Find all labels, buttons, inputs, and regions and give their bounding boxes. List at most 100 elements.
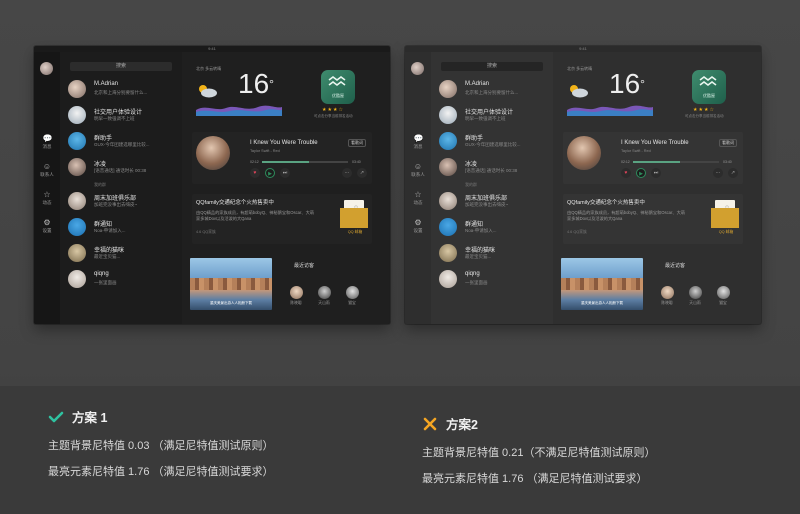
progress-bar[interactable] — [633, 161, 719, 163]
next-icon[interactable]: ⏭ — [651, 168, 661, 178]
nav-label: 动态 — [413, 200, 423, 205]
visitor[interactable]: 猫宝 — [713, 286, 733, 306]
temperature-unit: ° — [640, 77, 645, 91]
visitor[interactable]: 天山雨 — [314, 286, 334, 306]
contact-message: 北京和上海分别要留什么... — [94, 90, 148, 95]
qzone-desc: 由QQ精品的家族成员，有超萌bobyQ、神秘鹅宝和Oscar、大萌家多城Dov以… — [196, 210, 314, 221]
share-icon[interactable]: ↗ — [728, 168, 738, 178]
my-avatar[interactable] — [40, 62, 53, 75]
nav-messages[interactable]: 💬 消息 — [34, 134, 60, 150]
avatar — [439, 80, 457, 98]
visitor-name: 猫宝 — [348, 301, 356, 305]
conversation-list: 搜索 M.Adrian 北京和上海分别要留什么... 社交用户体验设计 明早一致强调… — [431, 52, 553, 324]
nav-contacts[interactable]: ☺ 联系人 — [405, 162, 431, 178]
scheme2-block: 方案2 主题背景尼特值 0.21（不满足尼特值测试原则） 最亮元素尼特值 1.7… — [422, 414, 655, 485]
nav-settings[interactable]: ⚙ 设置 — [405, 218, 431, 234]
list-item[interactable]: 群助手 GUX-今年团建选哪里比较... — [68, 130, 180, 152]
list-item[interactable]: qiqng 一张里面画 — [68, 268, 180, 290]
scheme1-screen: 9:41 💬 消息 ☺ 联系人 ☆ 动态 ⚙ 设置 搜索 M.Adrian 北京和上海分别… — [34, 46, 390, 324]
visitor[interactable]: 陈晓聪 — [657, 286, 677, 306]
progress-bar[interactable] — [262, 161, 348, 163]
lyrics-button[interactable]: 看歌词 — [348, 139, 366, 147]
list-item[interactable]: 周末加班俱乐部 加班完没事出去嗨皮~ — [68, 190, 180, 212]
qzone-card[interactable]: QQfamily交通纪念个火热售卖中 由QQ精品的家族成员，有超萌bobyQ、神… — [563, 194, 743, 244]
more-icon[interactable]: ⋯ — [342, 168, 352, 178]
nav-label: 联系人 — [411, 172, 425, 177]
app-card-icon[interactable]: 优酷屋 — [321, 70, 355, 104]
album-cover — [567, 136, 601, 170]
list-item[interactable]: 群助手 GUX-今年团建选哪里比较... — [439, 130, 551, 152]
more-icon[interactable]: ⋯ — [713, 168, 723, 178]
dashboard: 北京 多云转晴 16° 优酷屋 ★★★☆ 可点击分享当前排名活动 I Knew … — [553, 52, 761, 324]
mail-envelope[interactable]: ☺ QQ 邮箱 — [711, 200, 739, 234]
comparison-slide: 9:41 💬 消息 ☺ 联系人 ☆ 动态 ⚙ 设置 搜索 M.Adrian 北京和上海分别… — [0, 0, 800, 514]
play-icon[interactable]: ▶ — [636, 168, 646, 178]
avatar — [660, 286, 674, 299]
nav-label: 设置 — [42, 228, 52, 233]
contact-name: 群助手 — [465, 136, 484, 142]
share-icon[interactable]: ↗ — [357, 168, 367, 178]
weather-location: 北京 多云转晴 — [567, 66, 593, 71]
app-card-desc: 可点击分享当前排名活动 — [685, 114, 724, 118]
avatar — [688, 286, 702, 299]
list-item[interactable]: M.Adrian 北京和上海分别要留什么... — [68, 78, 180, 100]
list-item[interactable]: M.Adrian 北京和上海分别要留什么... — [439, 78, 551, 100]
search-input[interactable]: 搜索 — [70, 62, 172, 71]
scheme2-background-nit: 主题背景尼特值 0.21（不满足尼特值测试原则） — [422, 447, 656, 459]
next-icon[interactable]: ⏭ — [280, 168, 290, 178]
contact-name: 冰凌 — [94, 162, 107, 168]
list-item[interactable]: 群通知 Noa-申请加入... — [439, 216, 551, 238]
list-item[interactable]: qiqng 一张里面画 — [439, 268, 551, 290]
qzone-card[interactable]: QQfamily交通纪念个火热售卖中 由QQ精品的家族成员，有超萌bobyQ、神… — [192, 194, 372, 244]
contact-message: Noa-申请加入... — [465, 228, 497, 233]
song-title: I Knew You Were Trouble — [250, 140, 318, 146]
search-input[interactable]: 搜索 — [441, 62, 543, 71]
nav-feed[interactable]: ☆ 动态 — [34, 190, 60, 206]
my-avatar[interactable] — [411, 62, 424, 75]
album-cover — [196, 136, 230, 170]
scheme1-title: 方案 1 — [72, 411, 108, 425]
envelope-label: QQ 邮箱 — [347, 230, 363, 234]
lyrics-button[interactable]: 看歌词 — [719, 139, 737, 147]
list-item[interactable]: 社交用户体验设计 明早一致强调不上班 — [68, 104, 180, 126]
nav-feed[interactable]: ☆ 动态 — [405, 190, 431, 206]
avatar — [317, 286, 331, 299]
list-item[interactable]: 周末加班俱乐部 加班完没事出去嗨皮~ — [439, 190, 551, 212]
play-icon[interactable]: ▶ — [265, 168, 275, 178]
contact-message: [语音通话] 通话时长 00:38 — [94, 168, 147, 173]
like-icon[interactable]: ♥ — [621, 168, 631, 178]
nav-messages[interactable]: 💬 消息 — [405, 134, 431, 150]
contact-message: GUX-今年团建选哪里比较... — [94, 142, 150, 147]
list-item[interactable]: 幸福的猫咪 最近宝贝猫... — [68, 242, 180, 264]
contact-name: M.Adrian — [94, 81, 119, 87]
contact-message: 最近宝贝猫... — [465, 254, 492, 259]
mail-envelope[interactable]: ☺ QQ 邮箱 — [340, 200, 368, 234]
cloud-sun-icon — [570, 85, 588, 98]
list-item[interactable]: 社交用户体验设计 明早一致强调不上班 — [439, 104, 551, 126]
nav-contacts[interactable]: ☺ 联系人 — [34, 162, 60, 178]
time-end: 03:40 — [723, 160, 732, 164]
list-item[interactable]: 冰凌 [语音通话] 通话时长 00:38 — [68, 156, 180, 178]
contact-name: qiqng — [94, 271, 109, 277]
avatar — [68, 158, 86, 176]
cloud-sun-icon — [199, 85, 217, 98]
contact-message: [语音通话] 通话时长 00:38 — [465, 168, 518, 173]
album-photo[interactable]: 重庆美景出游人人相册下载 — [190, 258, 272, 310]
envelope-body — [340, 208, 368, 228]
visitor-name: 陈晓聪 — [290, 301, 302, 305]
visitor[interactable]: 猫宝 — [342, 286, 362, 306]
avatar — [439, 192, 457, 210]
visitor[interactable]: 天山雨 — [685, 286, 705, 306]
list-item[interactable]: 群通知 Noa-申请加入... — [68, 216, 180, 238]
progress-fill — [262, 161, 310, 163]
nav-settings[interactable]: ⚙ 设置 — [34, 218, 60, 234]
avatar — [345, 286, 359, 299]
avatar — [439, 158, 457, 176]
app-card-icon[interactable]: 优酷屋 — [692, 70, 726, 104]
list-item[interactable]: 冰凌 [语音通话] 通话时长 00:38 — [439, 156, 551, 178]
rating-stars: ★★★☆ — [693, 107, 715, 113]
visitor[interactable]: 陈晓聪 — [286, 286, 306, 306]
like-icon[interactable]: ♥ — [250, 168, 260, 178]
album-photo[interactable]: 重庆美景出游人人相册下载 — [561, 258, 643, 310]
list-item[interactable]: 幸福的猫咪 最近宝贝猫... — [439, 242, 551, 264]
